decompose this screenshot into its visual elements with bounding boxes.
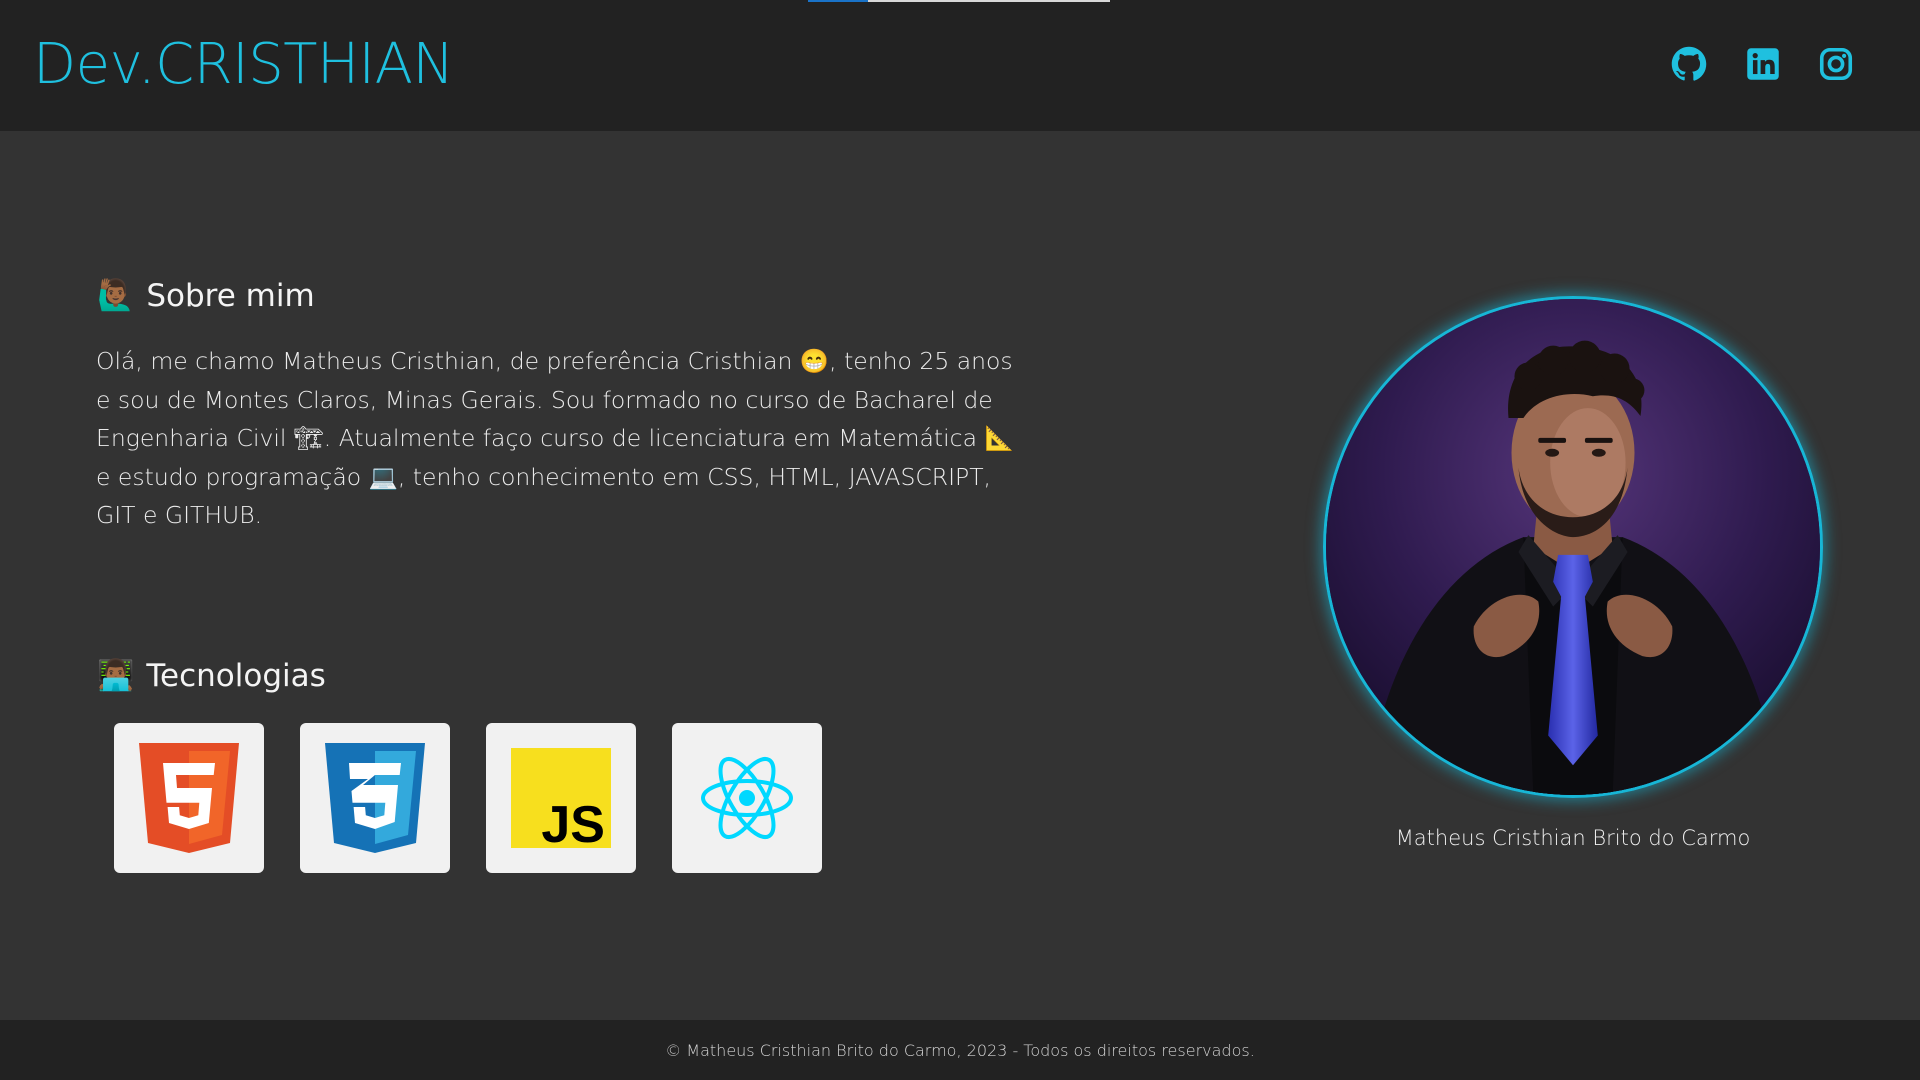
- instagram-icon: [1818, 46, 1854, 82]
- tech-card-react[interactable]: [672, 723, 822, 873]
- about-paragraph: Olá, me chamo Matheus Cristhian, de pref…: [96, 347, 1014, 529]
- javascript-icon: JS: [511, 748, 611, 848]
- technologies-heading: 👨🏾‍💻 Tecnologias: [97, 658, 326, 694]
- profile-caption: Matheus Cristhian Brito do Carmo: [1395, 826, 1751, 850]
- github-icon: [1671, 46, 1707, 82]
- about-title: Sobre mim: [146, 278, 315, 314]
- profile-photo: [1323, 296, 1823, 798]
- js-badge-text: JS: [541, 796, 605, 848]
- about-heading: 🙋🏾‍♂️ Sobre mim: [97, 278, 315, 314]
- react-icon: [697, 753, 797, 843]
- header: Dev.CRISTHIAN: [0, 0, 1920, 131]
- linkedin-link[interactable]: [1745, 46, 1781, 82]
- instagram-link[interactable]: [1818, 46, 1854, 82]
- footer: © Matheus Cristhian Brito do Carmo, 2023…: [0, 1020, 1920, 1080]
- html5-icon: [139, 743, 239, 853]
- technologist-icon: 👨🏾‍💻: [97, 658, 135, 693]
- tech-card-css3[interactable]: [300, 723, 450, 873]
- horizontal-scrollbar[interactable]: [808, 0, 1110, 2]
- github-link[interactable]: [1671, 46, 1707, 82]
- scrollbar-thumb[interactable]: [808, 0, 868, 2]
- tech-card-javascript[interactable]: JS: [486, 723, 636, 873]
- portrait-illustration: [1326, 299, 1820, 795]
- site-logo[interactable]: Dev.CRISTHIAN: [33, 30, 454, 100]
- tech-card-html5[interactable]: [114, 723, 264, 873]
- css3-icon: [325, 743, 425, 853]
- technologies-list: JS: [114, 723, 822, 873]
- page: Dev.CRISTHIAN 🙋🏾‍♂️ Sobre mim Olá, me ch…: [0, 0, 1920, 1080]
- raising-hand-icon: 🙋🏾‍♂️: [97, 278, 135, 313]
- technologies-title: Tecnologias: [146, 658, 326, 694]
- copyright-text: © Matheus Cristhian Brito do Carmo, 2023…: [665, 1040, 1255, 1060]
- linkedin-icon: [1745, 46, 1781, 82]
